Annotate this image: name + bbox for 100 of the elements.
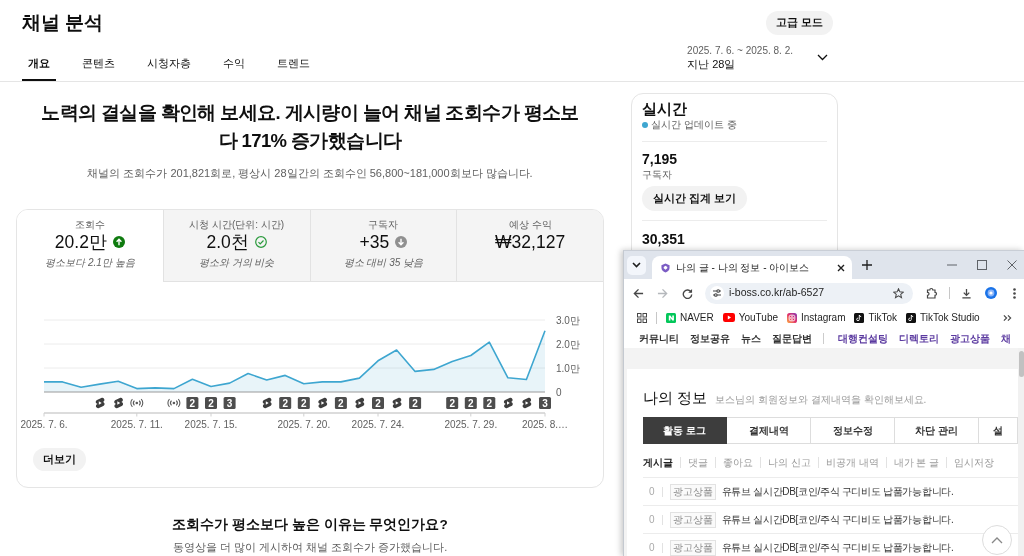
advanced-mode-button[interactable]: 고급 모드: [766, 11, 833, 35]
post-count: 0: [649, 486, 663, 497]
reload-icon[interactable]: [682, 287, 693, 299]
bookmark[interactable]: NAVER: [666, 310, 714, 325]
post-count: 0: [649, 514, 663, 525]
metric-note: 평소보다 2.1만 높음: [44, 256, 136, 269]
address-bar[interactable]: i-boss.co.kr/ab-6527: [705, 282, 913, 304]
metric-value: ₩32,127: [495, 231, 566, 253]
plus-icon[interactable]: [862, 260, 872, 270]
metric-label: 구독자: [367, 218, 400, 231]
metric-note: 평소와 거의 비슷: [197, 256, 276, 269]
site-tab[interactable]: 차단 관리: [895, 417, 979, 444]
metric-tab[interactable]: 구독자 +35 평소 대비 35 낮음: [309, 210, 457, 282]
tab-search-button[interactable]: [627, 255, 646, 275]
tab[interactable]: 시청자층: [141, 56, 197, 81]
y-axis-label: 1.0만: [556, 362, 580, 374]
site-nav-link[interactable]: 채: [1001, 330, 1011, 346]
site-nav-link[interactable]: 대행컨설팅: [838, 330, 888, 346]
video-count: 2: [186, 397, 199, 409]
y-axis-label: 2.0만: [556, 338, 580, 350]
post-title[interactable]: 유튜브 실시간DB[코인/주식 구디비도 납품가능합니다.: [721, 484, 954, 499]
tab[interactable]: 트렌드: [271, 56, 316, 81]
more-button[interactable]: 더보기: [33, 448, 86, 471]
bookmark[interactable]: TikTok: [854, 310, 897, 325]
site-tab[interactable]: 결제내역: [727, 417, 811, 444]
site-nav-link[interactable]: 정보공유: [690, 330, 730, 346]
shorts-icon: [355, 397, 365, 409]
metric-label: 예상 수익: [507, 218, 553, 231]
site-tab[interactable]: 설: [979, 417, 1018, 444]
shield-icon: [661, 262, 670, 273]
arrow-up-circle-icon: [112, 236, 125, 248]
more-icon[interactable]: [1013, 287, 1016, 299]
bookmark[interactable]: YouTube: [722, 310, 778, 325]
live-icon: [130, 398, 144, 408]
back-arrow-icon[interactable]: [633, 287, 644, 299]
maximize-icon[interactable]: [977, 260, 987, 270]
video-count: 3: [223, 397, 236, 409]
video-count: 2: [409, 397, 422, 409]
site-nav-link[interactable]: 커뮤니티: [639, 330, 679, 346]
puzzle-piece-icon[interactable]: [926, 287, 938, 299]
chevron-down-icon: [817, 54, 828, 61]
bookmark[interactable]: TikTok Studio: [906, 310, 980, 325]
subscriber-count: 7,195: [642, 150, 679, 168]
x-axis-label: 2025. 8.…: [521, 419, 569, 430]
site-nav-link[interactable]: 질문답변: [772, 330, 812, 346]
metric-note: 평소 대비 35 낮음: [342, 256, 425, 269]
x-axis-label: 2025. 7. 11.: [110, 419, 163, 430]
site-nav-link[interactable]: 뉴스: [741, 330, 761, 346]
realtime-button[interactable]: 실시간 집계 보기: [642, 186, 747, 211]
video-count: 3: [539, 397, 551, 409]
close-icon[interactable]: [837, 263, 845, 272]
post-title[interactable]: 유튜브 실시간DB[코인/주식 구디비도 납품가능합니다.: [721, 540, 954, 555]
shorts-icon: [114, 397, 124, 409]
x-axis-label: 2025. 7. 20.: [277, 419, 331, 430]
tab[interactable]: 개요: [22, 56, 56, 81]
site-nav-link[interactable]: 광고상품: [950, 330, 990, 346]
category-tag: 광고상품: [669, 539, 716, 556]
category-tag: 광고상품: [669, 483, 716, 500]
shorts-icon: [392, 397, 402, 409]
video-count: 2: [372, 397, 384, 409]
date-range-dropdown[interactable]: 2025. 7. 6. ~ 2025. 8. 2. 지난 28일: [687, 45, 828, 81]
metric-tab[interactable]: 시청 시간(단위: 시간) 2.0천 평소와 거의 비슷: [162, 210, 310, 282]
post-count: 0: [649, 542, 663, 553]
site-tab[interactable]: 활동 로그: [643, 417, 727, 444]
tune-icon[interactable]: [710, 286, 724, 300]
download-icon[interactable]: [961, 287, 972, 299]
x-axis-label: 2025. 7. 29.: [444, 419, 498, 430]
section-subtitle: 보스님의 회원정보와 결제내역을 확인해보세요.: [715, 393, 927, 407]
tab[interactable]: 수익: [217, 56, 251, 81]
post-title[interactable]: 유튜브 실시간DB[코인/주식 구디비도 납품가능합니다.: [721, 512, 954, 527]
star-icon[interactable]: [893, 287, 904, 299]
chevron-up-icon: [991, 536, 1003, 544]
x-axis-label: 2025. 7. 15.: [184, 419, 238, 430]
shorts-icon: [503, 397, 513, 409]
site-tab[interactable]: 정보수정: [811, 417, 895, 444]
browser-tab[interactable]: 나의 글 - 나의 정보 - 아이보스: [652, 256, 852, 279]
bookmark[interactable]: Instagram: [787, 310, 846, 325]
chevron-down-icon: [632, 262, 641, 268]
check-circle-icon: [254, 236, 267, 248]
music-note-icon: [854, 312, 865, 323]
double-chevron-icon[interactable]: [1003, 313, 1012, 322]
video-count: 2: [205, 397, 217, 409]
metric-tab[interactable]: 예상 수익 ₩32,127: [456, 210, 603, 282]
filter-tab[interactable]: 게시글: [643, 457, 680, 468]
headline: 노력의 결실을 확인해 보세요. 게시량이 늘어 채널 조회수가 평소보다 171% 증가했습니다: [40, 101, 580, 153]
section-title: 나의 정보: [643, 388, 708, 408]
camera-icon: [787, 312, 797, 323]
metric-value: 2.0천: [206, 231, 249, 253]
summary-text: 채널의 조회수가 201,821회로, 평상시 28일간의 조회수인 56,800~181,000회보다 많습니다.: [86, 166, 534, 180]
profile-icon[interactable]: [985, 287, 997, 299]
video-count: 2: [464, 397, 477, 409]
metric-label: 시청 시간(단위: 시간): [188, 218, 286, 231]
subscriber-label: 구독자: [642, 168, 673, 181]
scrollbar-thumb[interactable]: [1019, 351, 1024, 377]
apps-grid-icon[interactable]: [637, 312, 647, 323]
x-axis-label: 2025. 7. 6.: [20, 419, 68, 430]
site-nav-link[interactable]: 디렉토리: [899, 330, 939, 346]
realtime-title: 실시간: [642, 99, 688, 119]
tab[interactable]: 콘텐츠: [76, 56, 121, 81]
shorts-icon: [522, 397, 532, 409]
